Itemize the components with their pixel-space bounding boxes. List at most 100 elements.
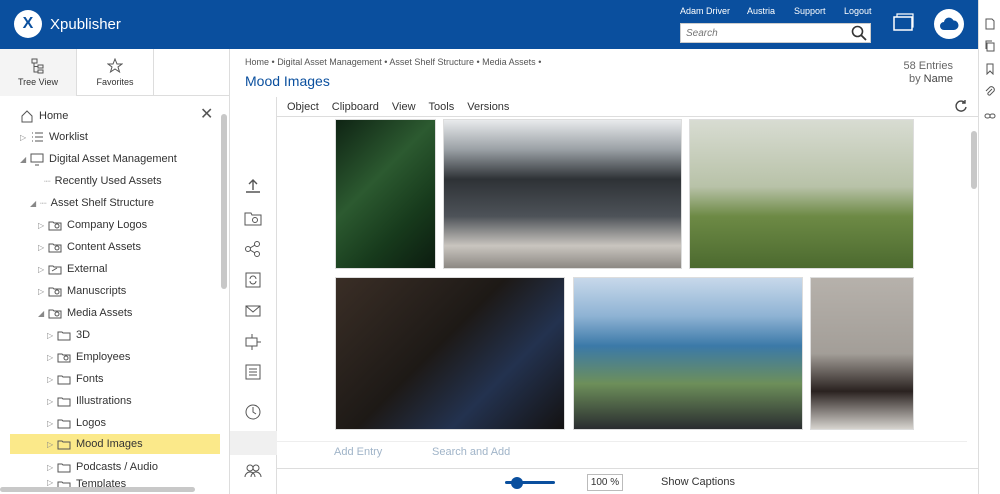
- country-link[interactable]: Austria: [747, 6, 775, 16]
- tree-item-podcasts-audio[interactable]: ▷ Podcasts / Audio: [47, 457, 158, 477]
- copy-icon[interactable]: [984, 40, 996, 52]
- tree-item-media-assets[interactable]: ◢ Media Assets: [38, 303, 132, 323]
- link-folder-icon: [48, 265, 62, 275]
- sync-icon[interactable]: [244, 271, 262, 289]
- history-icon[interactable]: [244, 403, 262, 421]
- new-folder-icon[interactable]: [244, 209, 262, 227]
- expand-icon[interactable]: ▷: [38, 265, 48, 274]
- sort-info[interactable]: by Name: [903, 73, 953, 86]
- tree-item-asset-shelf-structure[interactable]: ◢ ┈ Asset Shelf Structure: [30, 193, 154, 213]
- mail-icon[interactable]: [244, 302, 262, 320]
- tab-tree-view[interactable]: Tree View: [0, 49, 77, 96]
- zoom-slider-handle[interactable]: [511, 477, 523, 489]
- tab-favorites[interactable]: Favorites: [77, 49, 154, 96]
- expand-icon[interactable]: ▷: [47, 440, 57, 449]
- search-icon[interactable]: [851, 25, 867, 41]
- add-entry-link[interactable]: Add Entry: [334, 446, 382, 458]
- users-icon[interactable]: [244, 462, 262, 480]
- folder-icon: [57, 463, 71, 473]
- tree-horizontal-scrollbar[interactable]: [0, 487, 195, 492]
- expand-icon[interactable]: ▷: [47, 397, 57, 406]
- show-captions-toggle[interactable]: Show Captions: [661, 476, 735, 488]
- tree-item-3d[interactable]: ▷ 3D: [47, 325, 90, 345]
- search-and-add-link[interactable]: Search and Add: [432, 446, 510, 458]
- tree-item-logos[interactable]: ▷ Logos: [47, 413, 106, 433]
- collapse-icon[interactable]: ◢: [38, 309, 48, 318]
- cockpit-image[interactable]: [443, 119, 682, 269]
- dog-image[interactable]: [689, 119, 914, 269]
- expand-icon[interactable]: ▷: [47, 478, 57, 487]
- expand-icon[interactable]: ▷: [47, 419, 57, 428]
- folder-icon: [57, 419, 71, 429]
- refresh-icon[interactable]: [954, 99, 968, 113]
- collapse-icon[interactable]: ◢: [20, 155, 30, 164]
- leaves-image[interactable]: [335, 119, 436, 269]
- tree-vertical-scrollbar[interactable]: [221, 114, 227, 289]
- left-panel: Tree View Favorites ✕ Home ▷ Worklist ◢ …: [0, 49, 230, 494]
- tree-item-recently-used-assets[interactable]: ┈ Recently Used Assets: [44, 171, 162, 191]
- expand-icon[interactable]: ▷: [47, 331, 57, 340]
- gallery-vertical-scrollbar[interactable]: [971, 131, 977, 189]
- collapse-icon[interactable]: ◢: [30, 199, 40, 208]
- window-icon[interactable]: [890, 10, 916, 36]
- menu-clipboard[interactable]: Clipboard: [332, 101, 379, 113]
- breadcrumb-dam[interactable]: Digital Asset Management: [277, 57, 382, 67]
- page-title: Mood Images: [245, 73, 330, 89]
- user-avatar[interactable]: [934, 9, 964, 39]
- breadcrumb-home[interactable]: Home: [245, 57, 269, 67]
- presentation-icon[interactable]: [244, 333, 262, 351]
- expand-icon[interactable]: ▷: [47, 375, 57, 384]
- expand-icon[interactable]: ▷: [47, 353, 57, 362]
- tree-item-mood-images[interactable]: ▷ Mood Images: [10, 434, 220, 454]
- breadcrumb-asset-shelf[interactable]: Asset Shelf Structure: [389, 57, 474, 67]
- tree-item-label: Recently Used Assets: [54, 175, 162, 187]
- shared-folder-icon: [57, 353, 71, 363]
- expand-icon[interactable]: ▷: [38, 243, 48, 252]
- share-icon[interactable]: [244, 240, 262, 258]
- helicopter-view-image[interactable]: [573, 277, 803, 430]
- app-logo[interactable]: X Xpublisher: [14, 10, 121, 38]
- menu-object[interactable]: Object: [287, 101, 319, 113]
- tree-item-company-logos[interactable]: ▷ Company Logos: [38, 215, 147, 235]
- expand-icon[interactable]: ▷: [38, 287, 48, 296]
- upload-icon[interactable]: [244, 177, 262, 195]
- menu-versions[interactable]: Versions: [467, 101, 509, 113]
- add-entry-bar: Add Entry Search and Add: [277, 441, 967, 463]
- search-input[interactable]: [681, 24, 851, 42]
- support-link[interactable]: Support: [794, 6, 826, 16]
- tree-view-icon: [31, 58, 44, 74]
- tree-item-label: Worklist: [49, 131, 88, 143]
- monitor-icon: [30, 153, 44, 166]
- tree-item-label: Podcasts / Audio: [76, 461, 158, 473]
- tree-item-manuscripts[interactable]: ▷ Manuscripts: [38, 281, 126, 301]
- document-list-icon[interactable]: [244, 363, 262, 381]
- tree-item-worklist[interactable]: ▷ Worklist: [20, 127, 88, 147]
- file-icon[interactable]: [984, 18, 996, 30]
- tree-item-external[interactable]: ▷ External: [38, 259, 107, 279]
- tree-item-label: Mood Images: [76, 438, 143, 450]
- tree-item-content-assets[interactable]: ▷ Content Assets: [38, 237, 141, 257]
- tree-item-illustrations[interactable]: ▷ Illustrations: [47, 391, 132, 411]
- tree-connector: ┈: [44, 175, 51, 188]
- zoom-level[interactable]: 100 %: [587, 474, 623, 491]
- tree-item-fonts[interactable]: ▷ Fonts: [47, 369, 104, 389]
- entries-count-text: 58 Entries: [903, 60, 953, 72]
- tree-item-employees[interactable]: ▷ Employees: [47, 347, 130, 367]
- user-name-link[interactable]: Adam Driver: [680, 6, 730, 16]
- expand-icon[interactable]: ▷: [47, 463, 57, 472]
- menu-tools[interactable]: Tools: [429, 101, 455, 113]
- man-suit-image[interactable]: [335, 277, 565, 430]
- tree-item-home[interactable]: Home: [20, 106, 68, 126]
- person-sitting-image[interactable]: [810, 277, 914, 430]
- logout-link[interactable]: Logout: [844, 6, 872, 16]
- paperclip-icon[interactable]: [984, 86, 996, 98]
- tree-item-digital-asset-management[interactable]: ◢ Digital Asset Management: [20, 149, 177, 169]
- bookmark-icon[interactable]: [984, 63, 996, 75]
- expand-icon[interactable]: ▷: [20, 133, 30, 142]
- link-icon[interactable]: [984, 110, 996, 122]
- close-icon[interactable]: ✕: [200, 104, 213, 124]
- breadcrumb-media-assets[interactable]: Media Assets: [482, 57, 536, 67]
- expand-icon[interactable]: ▷: [38, 221, 48, 230]
- app-name: Xpublisher: [50, 15, 121, 33]
- menu-view[interactable]: View: [392, 101, 416, 113]
